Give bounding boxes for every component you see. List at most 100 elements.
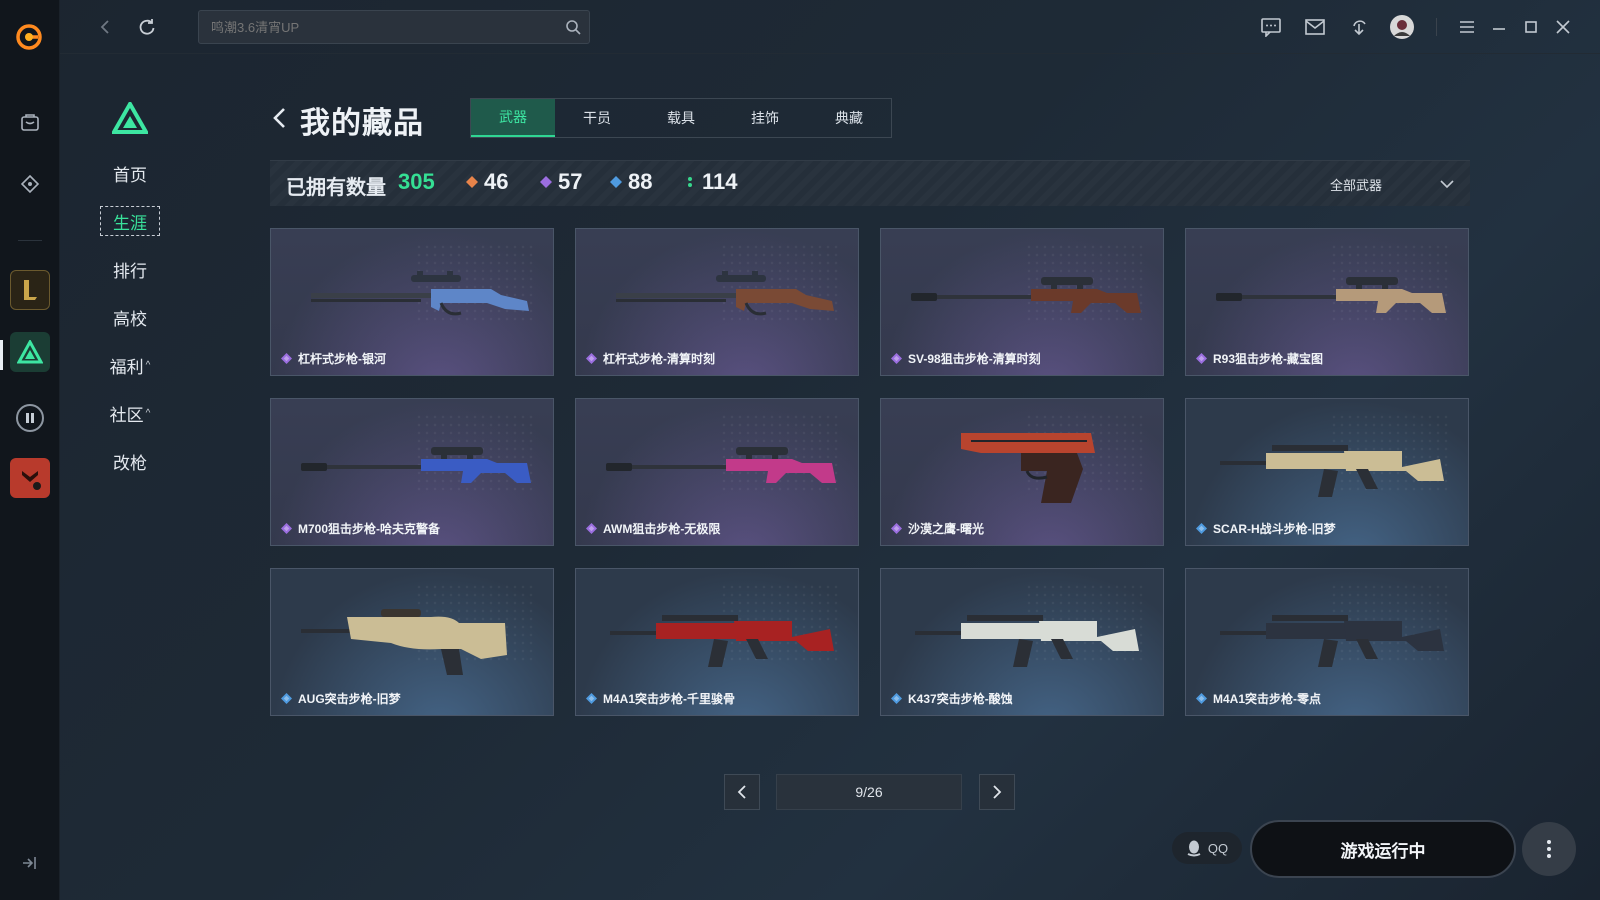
weapon-image — [1220, 615, 1444, 667]
rail-active-indicator — [0, 340, 3, 370]
page-indicator: 9/26 — [776, 774, 962, 810]
orange-diamond-icon — [466, 176, 478, 188]
red-game-icon[interactable] — [10, 458, 50, 498]
weapon-image — [1216, 277, 1446, 313]
maximize-icon[interactable] — [1520, 14, 1542, 40]
league-game-icon[interactable] — [10, 270, 50, 310]
weapon-name: SCAR-H战斗步枪-旧梦 — [1196, 520, 1336, 537]
close-icon[interactable] — [1552, 14, 1574, 40]
download-icon[interactable] — [1346, 14, 1372, 40]
blue-diamond-icon — [891, 693, 902, 704]
nav-item-gunsmith[interactable]: 改枪 — [100, 446, 160, 476]
purple-diamond-icon — [586, 523, 597, 534]
tab-operators[interactable]: 干员 — [555, 99, 639, 137]
search-icon[interactable] — [565, 19, 581, 35]
pause-circle-icon[interactable] — [14, 402, 46, 434]
weapon-image — [1220, 445, 1444, 497]
weapon-image — [311, 271, 529, 316]
back-nav-icon[interactable] — [92, 14, 118, 40]
weapon-card[interactable]: 杠杆式步枪-清算时刻 — [575, 228, 859, 376]
search-box — [198, 10, 590, 44]
tier-stat-purple: 57 — [540, 169, 582, 195]
tab-weapons[interactable]: 武器 — [471, 99, 555, 137]
weapon-name: SV-98狙击步枪-清算时刻 — [891, 350, 1041, 367]
weapon-name: M4A1突击步枪-千里骏骨 — [586, 690, 735, 707]
weapon-name: M4A1突击步枪-零点 — [1196, 690, 1321, 707]
next-page-button[interactable] — [979, 774, 1015, 810]
weapon-filter-dropdown[interactable]: 全部武器 — [1330, 161, 1454, 207]
weapon-image — [915, 615, 1139, 667]
weapon-card[interactable]: 杠杆式步枪-银河 — [270, 228, 554, 376]
qq-penguin-icon — [1187, 840, 1201, 857]
nav-item-career[interactable]: 生涯 — [100, 206, 160, 236]
nav-item-college[interactable]: 高校 — [100, 302, 160, 332]
delta-force-game-icon[interactable] — [10, 332, 50, 372]
qq-button[interactable]: QQ — [1172, 832, 1242, 864]
purple-diamond-icon — [540, 176, 552, 188]
weapon-card[interactable]: M700狙击步枪-哈夫克警备 — [270, 398, 554, 546]
tier-stat-blue: 88 — [610, 169, 652, 195]
chat-icon[interactable] — [1258, 14, 1284, 40]
blue-diamond-icon — [1196, 523, 1207, 534]
weapon-card[interactable]: AWM狙击步枪-无极限 — [575, 398, 859, 546]
prev-page-button[interactable] — [724, 774, 760, 810]
rail-divider — [18, 240, 42, 241]
weapon-card[interactable]: SCAR-H战斗步枪-旧梦 — [1185, 398, 1469, 546]
launcher-logo-icon[interactable] — [14, 22, 44, 52]
weapon-card[interactable]: SV-98狙击步枪-清算时刻 — [880, 228, 1164, 376]
stats-bar: 已拥有数量 305 46 57 88 114 全部武器 — [270, 160, 1470, 206]
weapon-card[interactable]: K437突击步枪-酸蚀 — [880, 568, 1164, 716]
back-arrow-icon[interactable] — [270, 104, 290, 132]
weapon-card[interactable]: M4A1突击步枪-千里骏骨 — [575, 568, 859, 716]
refresh-icon[interactable] — [134, 14, 160, 40]
top-bar — [60, 0, 1600, 54]
store-bag-icon[interactable] — [14, 106, 46, 138]
category-tabs: 武器 干员 载具 挂饰 典藏 — [470, 98, 892, 138]
purple-diamond-icon — [586, 353, 597, 364]
purple-diamond-icon — [891, 523, 902, 534]
nav-item-home[interactable]: 首页 — [100, 158, 160, 188]
chevron-down-icon — [1440, 180, 1454, 189]
weapon-card[interactable]: R93狙击步枪-藏宝图 — [1185, 228, 1469, 376]
weapon-image — [606, 447, 836, 483]
delta-force-logo-icon — [112, 102, 148, 134]
mail-icon[interactable] — [1302, 14, 1328, 40]
weapon-image — [610, 615, 834, 667]
more-vertical-icon — [1547, 840, 1551, 858]
weapon-name: K437突击步枪-酸蚀 — [891, 690, 1013, 707]
nav-item-community[interactable]: 社区 ^ — [100, 398, 160, 428]
tab-charms[interactable]: 挂饰 — [723, 99, 807, 137]
app-rail — [0, 0, 60, 900]
weapon-name: R93狙击步枪-藏宝图 — [1196, 350, 1323, 367]
blue-diamond-icon — [586, 693, 597, 704]
topbar-divider — [1436, 18, 1437, 36]
blue-diamond-icon — [610, 176, 622, 188]
page-title: 我的藏品 — [300, 107, 424, 140]
weapon-card[interactable]: AUG突击步枪-旧梦 — [270, 568, 554, 716]
weapon-card[interactable]: M4A1突击步枪-零点 — [1185, 568, 1469, 716]
menu-icon[interactable] — [1456, 14, 1478, 40]
more-options-button[interactable] — [1522, 822, 1576, 876]
purple-diamond-icon — [891, 353, 902, 364]
owned-label: 已拥有数量 — [286, 177, 386, 199]
weapon-image — [301, 447, 531, 483]
search-input[interactable] — [199, 11, 559, 43]
game-running-button[interactable]: 游戏运行中 — [1250, 820, 1516, 878]
user-avatar[interactable] — [1388, 14, 1416, 40]
weapon-name: 沙漠之鹰-曙光 — [891, 520, 984, 537]
tier-stat-green: 114 — [684, 169, 738, 195]
weapon-card[interactable]: 沙漠之鹰-曙光 — [880, 398, 1164, 546]
minimize-icon[interactable] — [1488, 14, 1510, 40]
collapse-sidebar-icon[interactable] — [18, 852, 40, 874]
tier-stat-orange: 46 — [466, 169, 508, 195]
chevron-right-icon — [993, 785, 1002, 799]
nav-item-ranking[interactable]: 排行 — [100, 254, 160, 284]
tab-collection[interactable]: 典藏 — [807, 99, 891, 137]
tab-vehicles[interactable]: 载具 — [639, 99, 723, 137]
blue-diamond-icon — [1196, 693, 1207, 704]
blue-diamond-icon — [281, 693, 292, 704]
purple-diamond-icon — [281, 353, 292, 364]
nav-item-welfare[interactable]: 福利 ^ — [100, 350, 160, 380]
gamepad-icon[interactable] — [14, 168, 46, 200]
weapon-image — [911, 277, 1141, 313]
